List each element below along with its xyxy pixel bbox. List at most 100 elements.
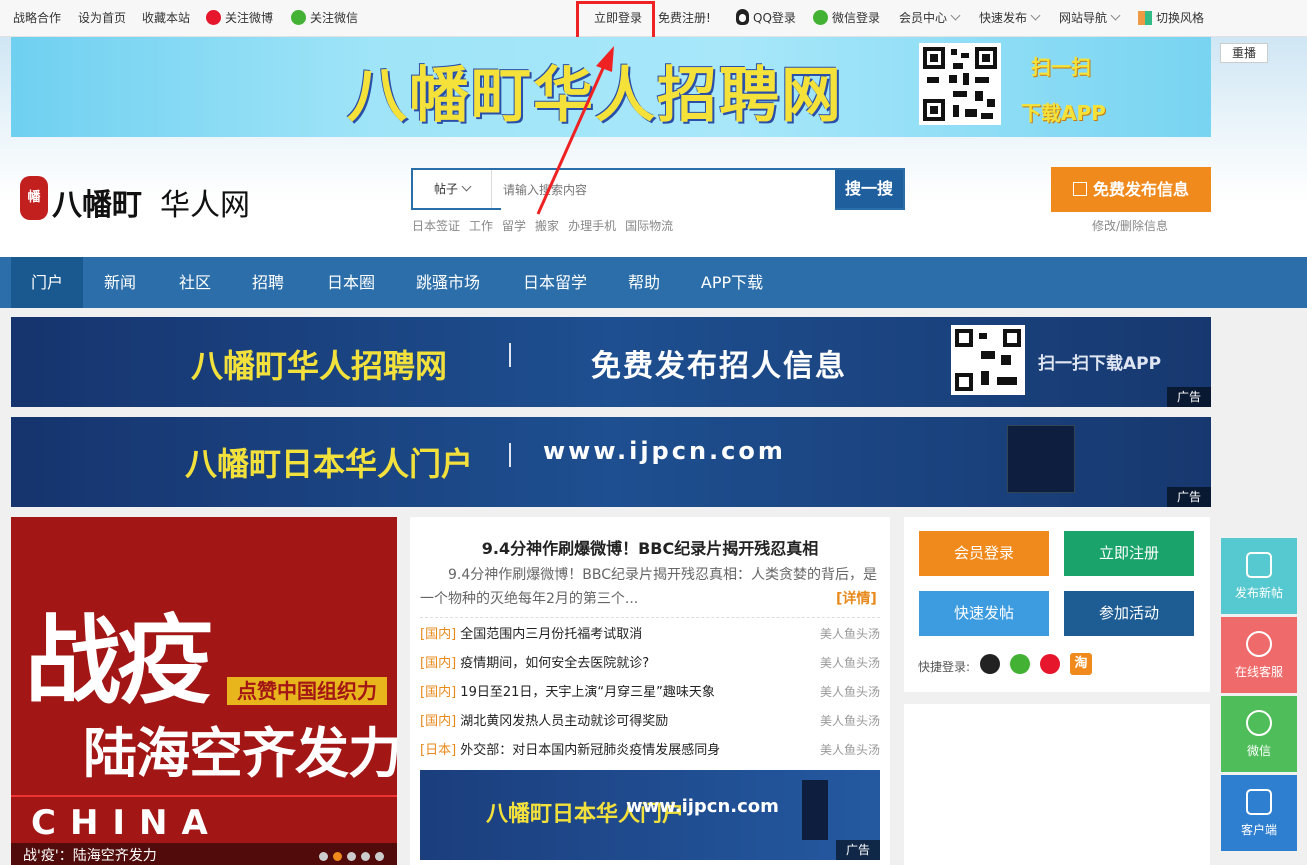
portal-ad-banner[interactable]: 八幡町日本华人门户 www.ijpcn.com 广告: [11, 417, 1211, 507]
qq-login-link[interactable]: QQ登录: [736, 0, 796, 36]
nav-item-portal[interactable]: 门户: [11, 257, 83, 308]
qr-code-icon: [919, 43, 1001, 125]
news-headline[interactable]: 9.4分神作刷爆微博！BBC纪录片揭开残忍真相: [410, 535, 890, 559]
edit-icon: [1072, 182, 1087, 196]
qq-icon: [736, 9, 749, 25]
weibo-icon[interactable]: [1040, 654, 1060, 674]
slide-dot-active[interactable]: [333, 852, 342, 861]
news-source: 美人鱼头汤: [819, 656, 880, 670]
news-ad-banner[interactable]: 八幡町日本华人门户 www.ijpcn.com 广告: [420, 770, 880, 860]
float-wechat-label: 微信: [1246, 744, 1271, 758]
news-list-item[interactable]: [国内] 19日至21日，天宇上演“月穿三星”趣味天象 美人鱼头汤: [420, 678, 880, 707]
quick-post-button[interactable]: 快速发帖: [919, 591, 1049, 636]
news-list-item[interactable]: [国内] 全国范围内三月份托福考试取消 美人鱼头汤: [420, 620, 880, 649]
search-type-select[interactable]: 帖子: [413, 170, 492, 208]
news-list-item[interactable]: [日本] 外交部：对日本国内新冠肺炎疫情发展感同身 美人鱼头汤: [420, 736, 880, 765]
news-title: 湖北黄冈发热人员主动就诊可得奖励: [460, 714, 669, 729]
nav-item-japan-circle[interactable]: 日本圈: [316, 257, 386, 308]
slide-dot[interactable]: [361, 852, 370, 861]
wechat-login-link[interactable]: 微信登录: [813, 0, 880, 36]
wechat-icon[interactable]: [1010, 654, 1030, 674]
search-input[interactable]: [501, 170, 835, 210]
news-list-item[interactable]: [国内] 疫情期间，如何安全去医院就诊? 美人鱼头汤: [420, 649, 880, 678]
join-activity-button[interactable]: 参加活动: [1064, 591, 1194, 636]
search-button[interactable]: 搜一搜: [835, 170, 903, 208]
logo-name: 八幡町: [52, 188, 142, 223]
slide-dot[interactable]: [319, 852, 328, 861]
news-title: 疫情期间，如何安全去医院就诊?: [460, 656, 650, 671]
news-source: 美人鱼头汤: [819, 685, 880, 699]
news-source: 美人鱼头汤: [819, 627, 880, 641]
float-client-label: 客户端: [1240, 823, 1277, 837]
logo-seal-icon: 幡: [20, 176, 48, 220]
strategic-cooperation-link[interactable]: 战略合作: [13, 0, 61, 36]
qq-icon[interactable]: [980, 654, 1000, 674]
palette-icon: [1138, 11, 1152, 25]
news-panel: 9.4分神作刷爆微博！BBC纪录片揭开残忍真相 9.4分神作刷爆微博！BBC纪录…: [410, 517, 890, 865]
ad-slogan: 免费发布招人信息: [591, 349, 847, 384]
nav-item-flea-market[interactable]: 跳骚市场: [408, 257, 488, 308]
member-login-button[interactable]: 会员登录: [919, 531, 1049, 576]
slide-dot[interactable]: [375, 852, 384, 861]
free-publish-button[interactable]: 免费发布信息: [1051, 167, 1211, 212]
recruit-banner[interactable]: 八幡町华人招聘网 扫一扫 下载APP: [11, 37, 1211, 137]
chevron-down-icon: [461, 181, 472, 192]
nav-item-jobs[interactable]: 招聘: [238, 257, 298, 308]
switch-style-link[interactable]: 切换风格: [1138, 0, 1204, 36]
follow-weibo-link[interactable]: 关注微博: [206, 0, 273, 36]
news-list-item[interactable]: [国内] 湖北黄冈发热人员主动就诊可得奖励 美人鱼头汤: [420, 707, 880, 736]
news-category: [国内]: [420, 714, 457, 729]
bookmark-link[interactable]: 收藏本站: [142, 0, 190, 36]
chevron-down-icon: [1110, 10, 1121, 21]
news-source: 美人鱼头汤: [819, 714, 880, 728]
hot-keyword[interactable]: 日本签证: [412, 219, 460, 233]
news-category: [国内]: [420, 627, 457, 642]
qq-login-label: QQ登录: [753, 11, 796, 25]
float-client[interactable]: 客户端: [1221, 775, 1297, 851]
float-online-service[interactable]: 在线客服: [1221, 617, 1297, 693]
slide-dot[interactable]: [347, 852, 356, 861]
banner-download-text: 下载APP: [1021, 101, 1106, 125]
replay-button[interactable]: 重播: [1220, 43, 1268, 63]
wechat-login-label: 微信登录: [832, 11, 881, 25]
site-nav-menu[interactable]: 网站导航: [1059, 0, 1121, 36]
float-new-post[interactable]: 发布新帖: [1221, 538, 1297, 614]
hot-keyword[interactable]: 留学: [502, 219, 526, 233]
featured-slideshow[interactable]: 战疫 点赞中国组织力 陆海空齐发力 CHINA 战'疫'：陆海空齐发力: [11, 517, 397, 865]
nav-item-help[interactable]: 帮助: [614, 257, 674, 308]
taobao-icon[interactable]: 淘: [1070, 653, 1092, 675]
set-homepage-link[interactable]: 设为首页: [78, 0, 126, 36]
hot-keyword[interactable]: 国际物流: [625, 219, 673, 233]
hot-keyword[interactable]: 办理手机: [568, 219, 616, 233]
float-wechat[interactable]: 微信: [1221, 696, 1297, 772]
hot-keyword[interactable]: 工作: [469, 219, 493, 233]
register-link[interactable]: 免费注册!: [658, 0, 711, 36]
ad-divider: [509, 343, 511, 367]
search-box: 帖子 搜一搜: [411, 168, 905, 210]
qr-code-icon: [951, 325, 1025, 395]
ad-url: www.ijpcn.com: [543, 437, 786, 465]
banner-scan-text: 扫一扫: [1031, 55, 1091, 79]
news-title: 全国范围内三月份托福考试取消: [460, 627, 643, 642]
ad-scan-text: 扫一扫下载APP: [1038, 354, 1162, 374]
wechat-icon: [291, 10, 306, 25]
follow-wechat-link[interactable]: 关注微信: [291, 0, 358, 36]
nav-item-app-download[interactable]: APP下载: [692, 257, 772, 308]
float-online-service-label: 在线客服: [1234, 665, 1283, 679]
member-center-menu[interactable]: 会员中心: [899, 0, 961, 36]
quick-publish-label: 快速发布: [979, 11, 1028, 25]
poster-subtitle: 陆海空齐发力: [83, 722, 397, 785]
site-nav-label: 网站导航: [1059, 11, 1108, 25]
quick-publish-menu[interactable]: 快速发布: [979, 0, 1041, 36]
wechat-icon: [1246, 710, 1272, 736]
nav-item-community[interactable]: 社区: [165, 257, 225, 308]
nav-item-news[interactable]: 新闻: [90, 257, 150, 308]
news-more-link[interactable]: [详情]: [836, 588, 877, 608]
ad-tag: 广告: [836, 840, 880, 860]
slideshow-dots: [319, 850, 389, 864]
recruit-ad-banner[interactable]: 八幡町华人招聘网 免费发布招人信息 扫一扫下载APP 广告: [11, 317, 1211, 407]
modify-delete-link[interactable]: 修改/删除信息: [1092, 217, 1168, 234]
member-register-button[interactable]: 立即注册: [1064, 531, 1194, 576]
hot-keyword[interactable]: 搬家: [535, 219, 559, 233]
nav-item-study-japan[interactable]: 日本留学: [514, 257, 596, 308]
